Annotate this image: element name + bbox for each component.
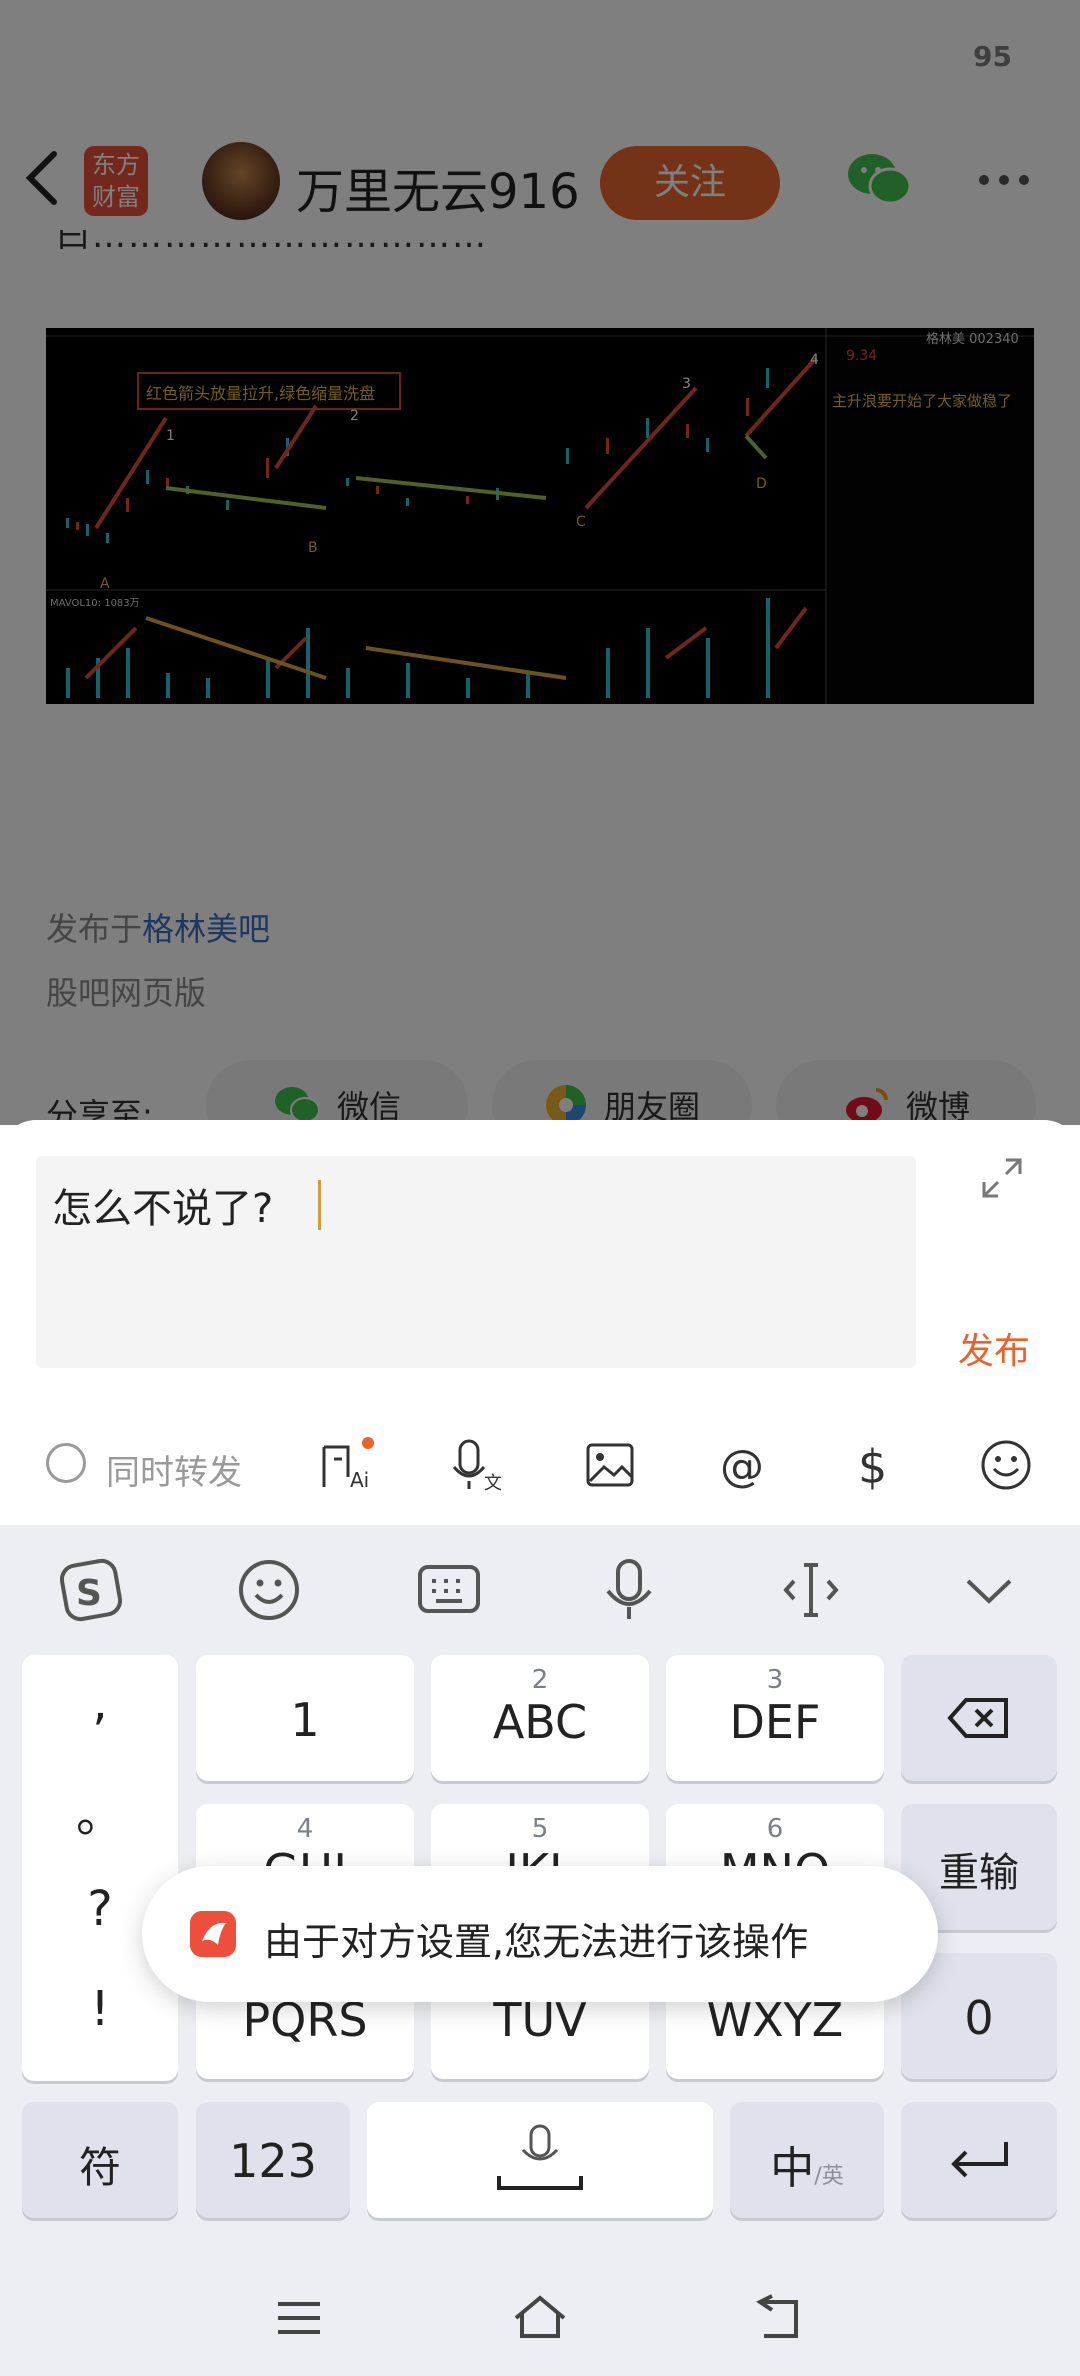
key-1[interactable]: 1 xyxy=(196,1655,414,1781)
ai-ask-icon[interactable]: Ai xyxy=(318,1437,374,1493)
system-nav-bar xyxy=(0,2260,1080,2376)
menu-icon[interactable] xyxy=(274,2298,324,2338)
svg-text:Ai: Ai xyxy=(350,1468,369,1492)
mention-icon[interactable]: @ xyxy=(714,1437,770,1493)
backspace-key[interactable] xyxy=(901,1655,1057,1781)
enter-icon xyxy=(951,2142,1008,2178)
app-toast-icon xyxy=(190,1911,236,1957)
back-nav-icon[interactable] xyxy=(752,2294,806,2342)
key-abc[interactable]: 2 ABC xyxy=(431,1655,649,1781)
repost-checkbox[interactable] xyxy=(46,1443,86,1483)
keyboard-layout-icon[interactable] xyxy=(414,1555,484,1625)
voice-to-text-icon[interactable]: 文 xyxy=(450,1437,506,1493)
sogou-logo-icon[interactable]: S xyxy=(56,1555,126,1625)
language-switch-key[interactable]: 中/英 xyxy=(730,2102,884,2218)
keyboard-mic-icon[interactable] xyxy=(594,1555,664,1625)
publish-button[interactable]: 发布 xyxy=(958,1322,1030,1374)
svg-text:@: @ xyxy=(720,1441,764,1492)
text-caret xyxy=(318,1180,321,1230)
numbers-key[interactable]: 123 xyxy=(196,2102,350,2218)
space-mic-icon xyxy=(497,2124,583,2190)
chevron-down-icon[interactable] xyxy=(954,1555,1024,1625)
svg-text:$: $ xyxy=(858,1440,887,1493)
svg-text:S: S xyxy=(76,1573,102,1614)
stock-dollar-icon[interactable]: $ xyxy=(846,1437,902,1493)
image-icon[interactable] xyxy=(582,1437,638,1493)
repost-label[interactable]: 同时转发 xyxy=(106,1445,242,1494)
enter-key[interactable] xyxy=(901,2102,1057,2218)
reply-input-text[interactable]: 怎么不说了? xyxy=(52,1176,273,1234)
home-icon[interactable] xyxy=(510,2292,570,2342)
key-def[interactable]: 3 DEF xyxy=(666,1655,884,1781)
key-comma[interactable]: , xyxy=(22,1675,178,1731)
symbols-key[interactable]: 符 xyxy=(22,2102,178,2218)
modal-overlay[interactable] xyxy=(0,0,1080,1125)
key-exclaim[interactable]: ! xyxy=(22,1981,178,2037)
svg-text:文: 文 xyxy=(484,1473,502,1493)
emoji-icon[interactable] xyxy=(978,1437,1034,1493)
toast-text: 由于对方设置,您无法进行该操作 xyxy=(264,1920,809,1964)
keyboard-emoji-icon[interactable] xyxy=(234,1555,304,1625)
key-period[interactable]: 。 xyxy=(22,1775,178,1845)
expand-icon[interactable] xyxy=(980,1156,1024,1200)
cursor-move-icon[interactable] xyxy=(776,1555,846,1625)
space-key[interactable] xyxy=(367,2102,713,2218)
punctuation-column[interactable]: , 。 ? ! xyxy=(22,1655,178,2081)
backspace-icon xyxy=(947,1698,1008,1738)
